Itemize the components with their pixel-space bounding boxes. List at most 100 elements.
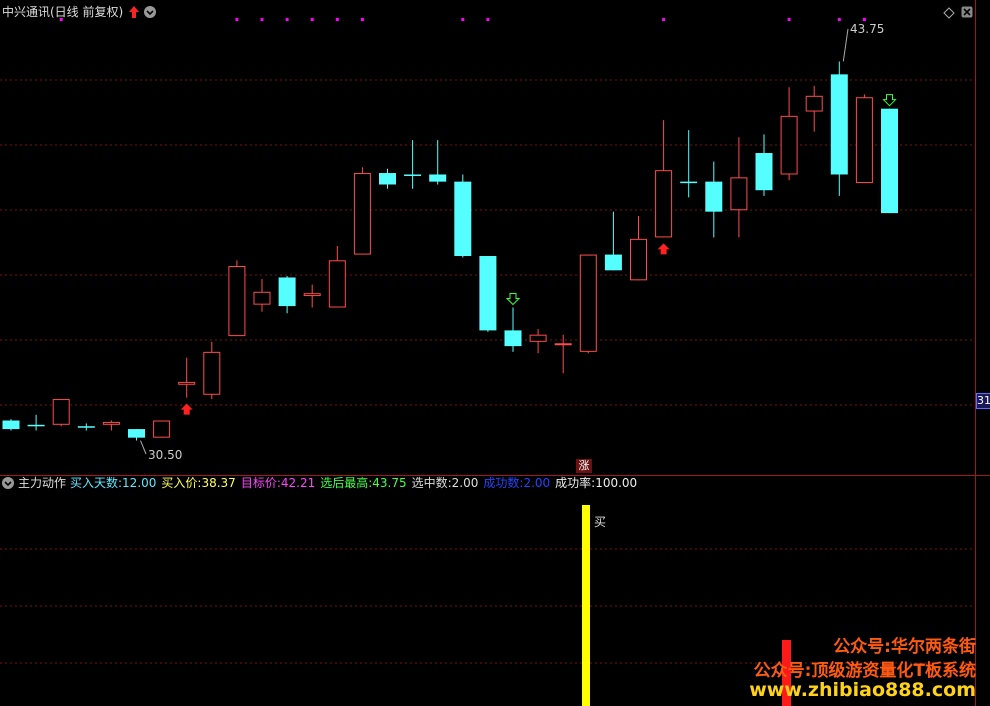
candle (529, 328, 547, 354)
indicator-item-label: 选后最高: (320, 476, 373, 490)
candle-body (504, 330, 522, 347)
candle-body (755, 153, 773, 191)
candle (128, 429, 145, 441)
candle-body (830, 74, 848, 175)
indicator-item: 选后最高:43.75 (320, 476, 406, 490)
candle (705, 161, 723, 238)
candle (253, 278, 271, 312)
candle-body (805, 95, 823, 112)
candle (855, 94, 873, 184)
candle (353, 167, 371, 255)
signal-dot (260, 18, 264, 21)
candle (278, 276, 296, 314)
signal-dot (335, 18, 339, 21)
right-axis-tag: 31 (976, 393, 990, 409)
candle (27, 414, 45, 431)
buy-signal-bar (582, 505, 590, 706)
diamond-icon[interactable] (943, 7, 955, 19)
sell-arrow-icon (882, 94, 897, 107)
chevron-down-icon[interactable] (144, 6, 156, 18)
indicator-item-label: 买入价: (161, 476, 202, 490)
indicator-item: 目标价:42.21 (241, 476, 315, 490)
stock-title: 中兴通讯(日线 前复权) (2, 5, 124, 19)
candle-body (655, 170, 673, 238)
candle (504, 307, 522, 352)
signal-dot (310, 18, 314, 21)
signal-dot (662, 18, 666, 21)
candle-body (303, 293, 321, 297)
candle-body (153, 420, 171, 438)
indicator-item-value: 100.00 (595, 476, 638, 490)
signal-dot (862, 18, 866, 21)
candle (404, 140, 422, 189)
indicator-item-value: 38.37 (201, 476, 236, 490)
indicator-item-value: 43.75 (372, 476, 407, 490)
indicator-item: 成功数:2.00 (483, 476, 550, 490)
buy-signal-label: 买 (594, 515, 607, 529)
zhang-marker: 涨 (576, 459, 592, 473)
signal-dot (285, 18, 289, 21)
candle-body (2, 420, 20, 430)
candle-body (328, 260, 346, 308)
candle-body (178, 381, 196, 385)
candle (52, 399, 70, 427)
candle (479, 256, 497, 332)
buy-arrow-icon (657, 243, 670, 255)
markers (59, 18, 897, 455)
high-label-leader (842, 28, 849, 62)
up-arrow-icon (129, 6, 139, 18)
candle (429, 140, 447, 185)
low-price-label: 30.50 (148, 448, 183, 462)
candle (102, 420, 120, 431)
candle (604, 211, 622, 271)
indicator-item-label: 选中数: (411, 476, 452, 490)
candle-body (529, 334, 547, 342)
candle-body (855, 97, 873, 184)
candle-body (404, 174, 422, 176)
candle (228, 260, 246, 337)
candle-body (479, 256, 497, 331)
candle (554, 334, 572, 374)
candle-body (630, 238, 647, 281)
candle-body (454, 181, 472, 257)
indicator-item-label: 成功率: (555, 476, 596, 490)
high-price-label: 43.75 (850, 22, 885, 36)
candle-body (554, 343, 572, 346)
sell-arrow-icon (505, 293, 521, 306)
watermark-line1: 公众号:华尔两条街 (833, 637, 976, 657)
candle-body (881, 108, 898, 214)
indicator-item: 买入天数:12.00 (70, 476, 156, 490)
candle (730, 137, 748, 238)
candle (655, 120, 673, 238)
signal-dot (461, 18, 465, 21)
candle-body (253, 291, 271, 305)
signal-dot (837, 18, 841, 21)
indicator-item-value: 42.21 (280, 476, 316, 490)
indicator-item-value: 2.00 (523, 476, 551, 490)
candle-body (278, 277, 296, 307)
signal-dot (235, 18, 239, 21)
candle (178, 357, 196, 398)
indicator-item: 买入价:38.37 (161, 476, 235, 490)
indicator-item-value: 2.00 (451, 476, 479, 490)
candle-body (128, 429, 145, 438)
candle (328, 246, 346, 308)
candle-body (228, 266, 246, 337)
indicator-menu-icon[interactable] (2, 477, 14, 489)
candle-body (77, 426, 95, 428)
signal-dot (486, 18, 490, 21)
close-icon[interactable] (961, 6, 973, 18)
indicator-item-label: 成功数: (483, 476, 524, 490)
candle-body (680, 181, 698, 184)
candle (680, 130, 698, 198)
watermark-url: www.zhibiao888.com (749, 679, 976, 701)
signal-dot (787, 18, 791, 21)
candle (2, 419, 20, 431)
candle (579, 254, 597, 354)
candles (2, 61, 898, 441)
candle (153, 420, 171, 438)
signal-dot (360, 18, 364, 21)
candle (630, 215, 647, 281)
candle-body (705, 181, 723, 212)
low-label-leader (140, 440, 147, 455)
